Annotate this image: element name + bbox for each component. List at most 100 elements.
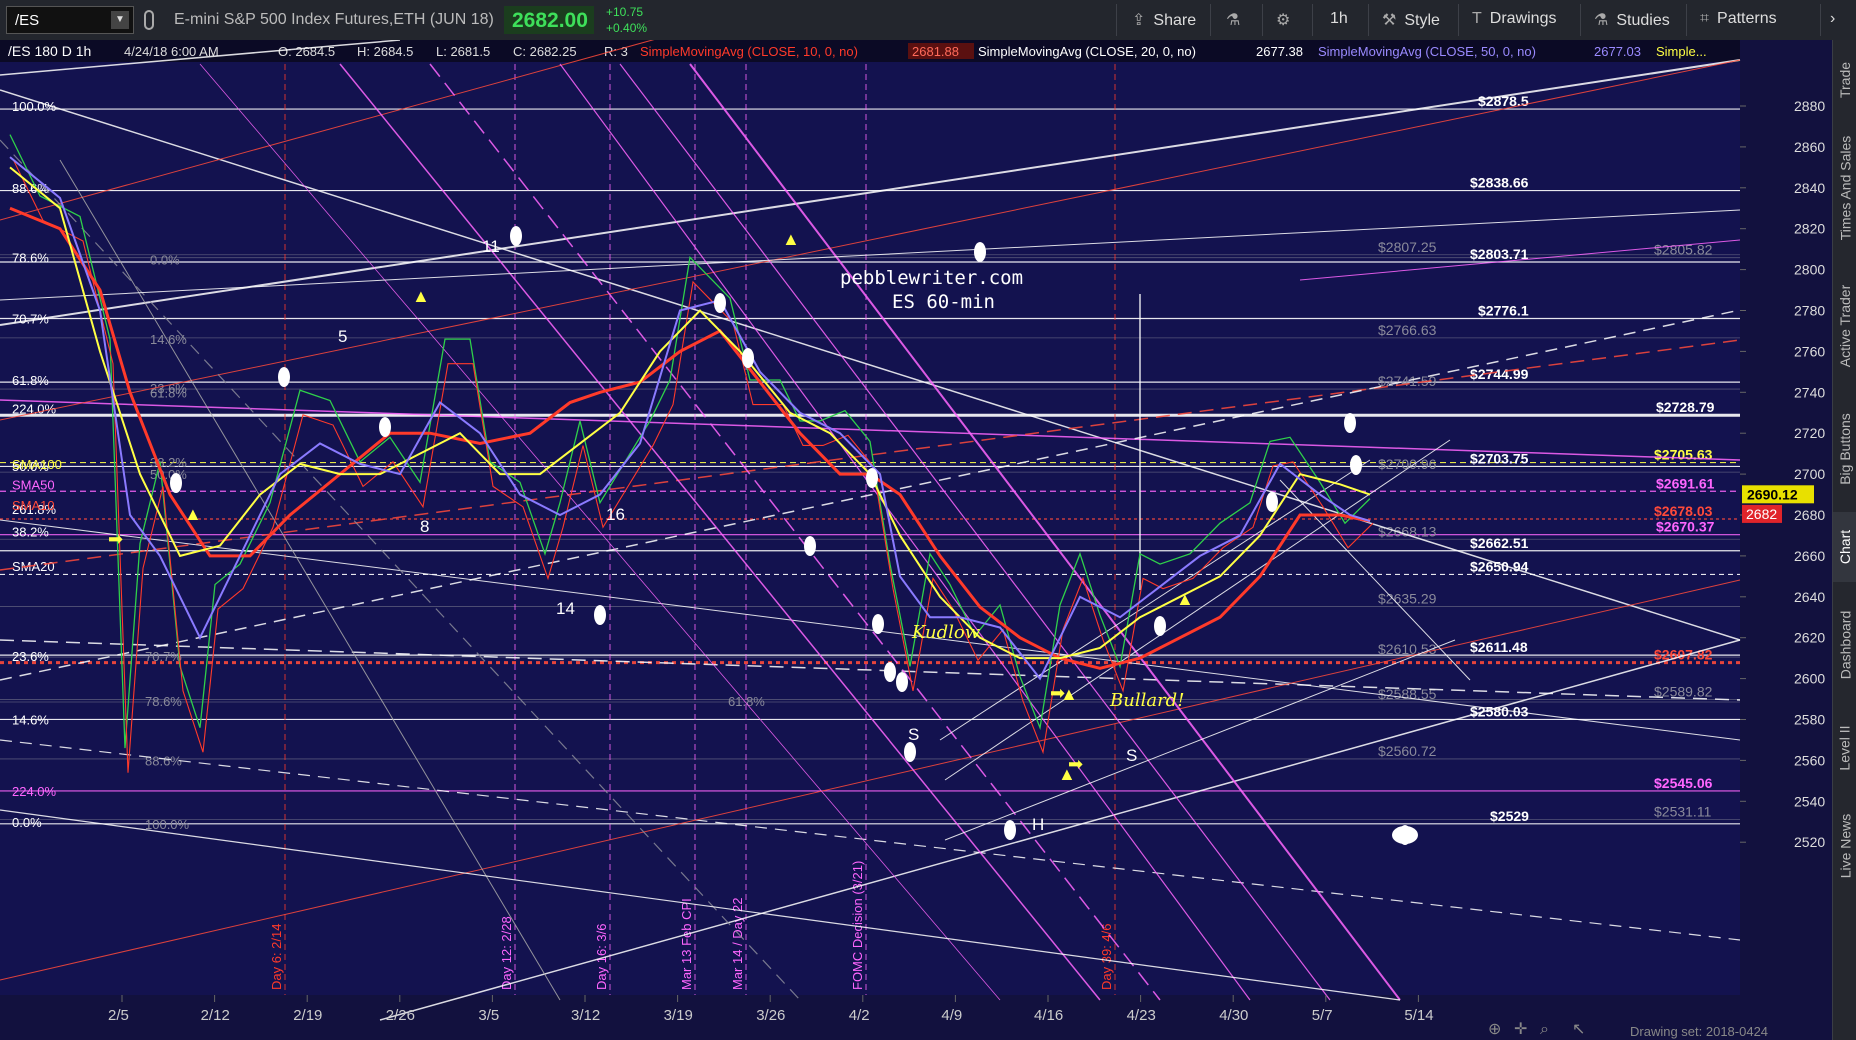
- style-icon: ⚒: [1382, 12, 1397, 29]
- inner-fib-label: 70.7%: [145, 649, 182, 664]
- tab-live-news[interactable]: Live News: [1833, 796, 1856, 896]
- level-label: $2728.79: [1656, 399, 1715, 415]
- tab-times-and-sales[interactable]: Times And Sales: [1833, 118, 1856, 258]
- wave-label: 11: [482, 237, 500, 256]
- arrow-marker: ▲: [412, 286, 430, 306]
- price-tick-label: 2560: [1794, 752, 1825, 768]
- fib-label: 38.2%: [12, 524, 49, 539]
- date-tick-label: 4/30: [1219, 1007, 1248, 1024]
- level-label: $2744.99: [1470, 366, 1529, 382]
- tab-chart[interactable]: Chart: [1833, 512, 1856, 582]
- inner-fib-label: 0.0%: [150, 252, 180, 267]
- level-label: $2560.72: [1378, 743, 1437, 759]
- bar-low: L: 2681.5: [436, 44, 490, 59]
- price-chart[interactable]: /ES 180 D 1h 4/24/18 6:00 AM O: 2684.5 H…: [0, 40, 1832, 1040]
- wave-label: 14: [556, 599, 575, 618]
- arrow-marker: ▲: [184, 504, 202, 524]
- share-button[interactable]: ⇪ Share: [1132, 10, 1196, 30]
- date-tick-label: 4/9: [941, 1007, 962, 1024]
- chevron-right-icon: ›: [1830, 10, 1836, 27]
- studies-label: Studies: [1616, 12, 1670, 29]
- flask-icon: ⚗: [1226, 12, 1241, 29]
- timeframe-label: 1h: [1330, 10, 1348, 27]
- price-tick-label: 2860: [1794, 139, 1825, 155]
- price-tick-label: 2720: [1794, 425, 1825, 441]
- instrument-description: E-mini S&P 500 Index Futures,ETH (JUN 18…: [174, 11, 494, 28]
- wave-marker: [884, 662, 896, 682]
- level-label: $2607.82: [1654, 647, 1713, 663]
- more-button[interactable]: ›: [1830, 10, 1835, 28]
- level-label: $2838.66: [1470, 175, 1529, 191]
- date-tick-label: 4/2: [849, 1007, 870, 1024]
- price-tick-label: 2620: [1794, 630, 1825, 646]
- settings-button[interactable]: ⚙: [1276, 10, 1298, 30]
- drawings-button[interactable]: T Drawings: [1472, 10, 1556, 28]
- drawing-set-label[interactable]: Drawing set: 2018-0424: [1630, 1024, 1768, 1039]
- arrow-marker: ➡: [108, 529, 123, 549]
- tab-trade[interactable]: Trade: [1833, 50, 1856, 110]
- price-tick-label: 2520: [1794, 834, 1825, 850]
- search-zoom-icon[interactable]: ⌕: [1540, 1021, 1549, 1038]
- sma50-value: 2677.03: [1594, 44, 1641, 59]
- fib-label: 61.8%: [12, 373, 49, 388]
- inner-fib-label: 61.8%: [728, 694, 765, 709]
- timeframe-button[interactable]: 1h: [1330, 10, 1348, 28]
- wave-marker: [904, 742, 916, 762]
- sma10-label: SimpleMovingAvg (CLOSE, 10, 0, no): [640, 44, 858, 59]
- share-icon: ⇪: [1132, 12, 1146, 29]
- zoom-in-icon[interactable]: ⊕: [1488, 1021, 1501, 1038]
- wave-marker: [714, 293, 726, 313]
- tab-level-ii[interactable]: Level II: [1833, 708, 1856, 788]
- wave-marker: [594, 605, 606, 625]
- price-tick-label: 2740: [1794, 384, 1825, 400]
- level-label: $2529: [1490, 808, 1529, 824]
- price-tick-label: 2660: [1794, 548, 1825, 564]
- toolbar-divider: [1312, 4, 1313, 36]
- pattern-label: H: [1032, 815, 1044, 834]
- level-label: $2776.1: [1478, 302, 1529, 318]
- level-label: $2670.37: [1656, 519, 1715, 535]
- arrow-marker: ➡: [1050, 683, 1065, 703]
- price-tick-label: 2580: [1794, 712, 1825, 728]
- level-label: $2678.03: [1654, 503, 1713, 519]
- patterns-icon: ⌗: [1700, 10, 1710, 27]
- price-tick-label: 2880: [1794, 98, 1825, 114]
- toolbar-divider: [1116, 4, 1117, 36]
- inner-fib-label: 88.6%: [145, 753, 182, 768]
- wave-marker: [974, 242, 986, 262]
- level-label: $2807.25: [1378, 239, 1437, 255]
- date-tick-label: 4/16: [1034, 1007, 1063, 1024]
- bar-range: R: 3: [604, 44, 628, 59]
- style-button[interactable]: ⚒ Style: [1382, 10, 1440, 30]
- wave-marker: [742, 348, 754, 368]
- cursor-icon[interactable]: ↖: [1572, 1021, 1585, 1038]
- date-tick-label: 5/14: [1404, 1007, 1433, 1024]
- level-label: $2611.48: [1470, 639, 1528, 655]
- tab-big-buttons[interactable]: Big Buttons: [1833, 394, 1856, 504]
- wave-marker: [1344, 413, 1356, 433]
- arrow-marker: ➡: [1068, 754, 1083, 774]
- level-label: $2700.96: [1378, 456, 1437, 472]
- studies-button[interactable]: ⚗ Studies: [1594, 10, 1670, 30]
- sma-label: SMA10: [12, 498, 55, 513]
- symbol-input[interactable]: /ES ▼: [6, 6, 134, 34]
- fib-label: 78.6%: [12, 250, 49, 265]
- link-icon[interactable]: [144, 10, 154, 30]
- toolbar-divider: [1686, 4, 1687, 36]
- tab-active-trader[interactable]: Active Trader: [1833, 266, 1856, 386]
- event-label: Day 6: 2/14: [269, 924, 284, 991]
- date-tick-label: 3/26: [756, 1007, 785, 1024]
- info-bar: /ES 180 D 1h 4/24/18 6:00 AM O: 2684.5 H…: [0, 40, 1740, 62]
- arrow-marker: ▲: [1176, 589, 1194, 609]
- crosshair-icon[interactable]: ✛: [1514, 1021, 1527, 1038]
- price-tick-label: 2680: [1794, 507, 1825, 523]
- symbol-dropdown-icon[interactable]: ▼: [111, 11, 129, 29]
- net-change: +10.75: [606, 5, 644, 19]
- patterns-button[interactable]: ⌗ Patterns: [1700, 10, 1777, 28]
- tab-dashboard[interactable]: Dashboard: [1833, 590, 1856, 700]
- date-tick-label: 2/5: [108, 1007, 129, 1024]
- flask-button[interactable]: ⚗: [1226, 10, 1248, 30]
- sma-label: SMA100: [12, 457, 62, 472]
- wave-label: 5: [338, 327, 347, 346]
- fib-label: 224.0%: [12, 784, 57, 799]
